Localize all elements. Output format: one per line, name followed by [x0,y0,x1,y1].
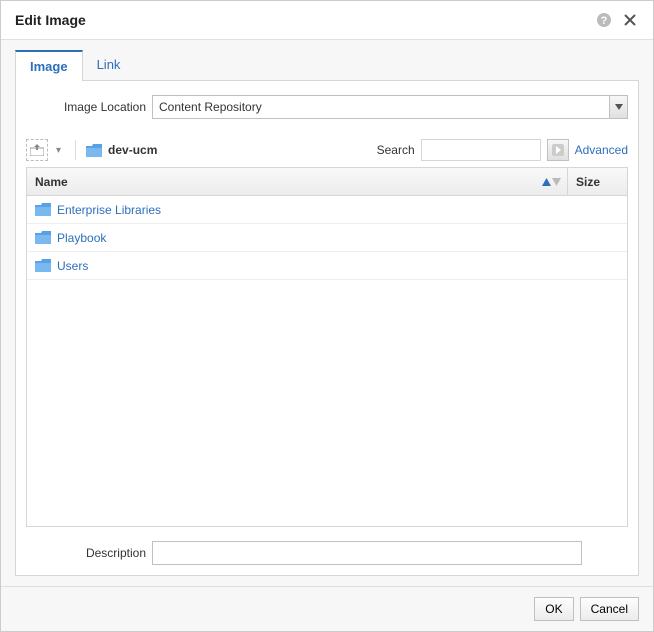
browser-toolbar: ▾ dev-ucm Search Advanced [26,133,628,167]
image-location-select[interactable]: Content Repository [152,95,628,119]
file-table: Name Size Enterprise Libraries [26,167,628,527]
close-icon[interactable] [621,11,639,29]
advanced-search-link[interactable]: Advanced [575,143,628,157]
image-location-row: Image Location Content Repository [26,95,628,119]
folder-link[interactable]: Playbook [57,231,106,245]
image-location-value: Content Repository [159,100,609,114]
column-name[interactable]: Name [27,175,567,189]
nav-up-icon[interactable] [26,139,48,161]
image-location-label: Image Location [26,100,146,114]
title-bar: Edit Image ? [1,1,653,40]
dialog-title: Edit Image [15,12,587,28]
sort-asc-icon [542,178,551,186]
nav-history-dropdown-icon[interactable]: ▾ [52,145,65,156]
image-panel: Image Location Content Repository ▾ [15,81,639,576]
svg-text:?: ? [601,15,608,27]
description-input[interactable] [152,541,582,565]
help-icon[interactable]: ? [595,11,613,29]
separator [75,140,76,160]
chevron-down-icon[interactable] [609,96,627,118]
content-area: Image Link Image Location Content Reposi… [1,40,653,586]
search-input[interactable] [421,139,541,161]
table-row[interactable]: Enterprise Libraries [27,196,627,224]
table-row[interactable]: Playbook [27,224,627,252]
table-row[interactable]: Users [27,252,627,280]
cancel-button[interactable]: Cancel [580,597,639,621]
search-go-button[interactable] [547,139,569,161]
tab-image[interactable]: Image [15,50,83,81]
folder-link[interactable]: Users [57,259,88,273]
folder-icon [35,231,51,244]
nav-history: ▾ [26,139,65,161]
arrow-right-icon [552,144,564,156]
table-body: Enterprise Libraries Playbook Users [27,196,627,526]
description-label: Description [26,546,146,560]
breadcrumb[interactable]: dev-ucm [86,143,157,157]
sort-icons[interactable] [542,178,561,186]
folder-icon [35,203,51,216]
tabs: Image Link [15,50,639,81]
tab-link[interactable]: Link [83,50,135,80]
edit-image-dialog: Edit Image ? Image Link Image Location C… [0,0,654,632]
column-size[interactable]: Size [567,168,627,195]
sort-desc-icon [552,178,561,186]
description-row: Description [26,541,628,565]
breadcrumb-label: dev-ucm [108,143,157,157]
folder-link[interactable]: Enterprise Libraries [57,203,161,217]
folder-icon [35,259,51,272]
table-header: Name Size [27,168,627,196]
folder-icon [86,144,102,157]
ok-button[interactable]: OK [534,597,573,621]
dialog-footer: OK Cancel [1,586,653,631]
search-label: Search [377,143,415,157]
